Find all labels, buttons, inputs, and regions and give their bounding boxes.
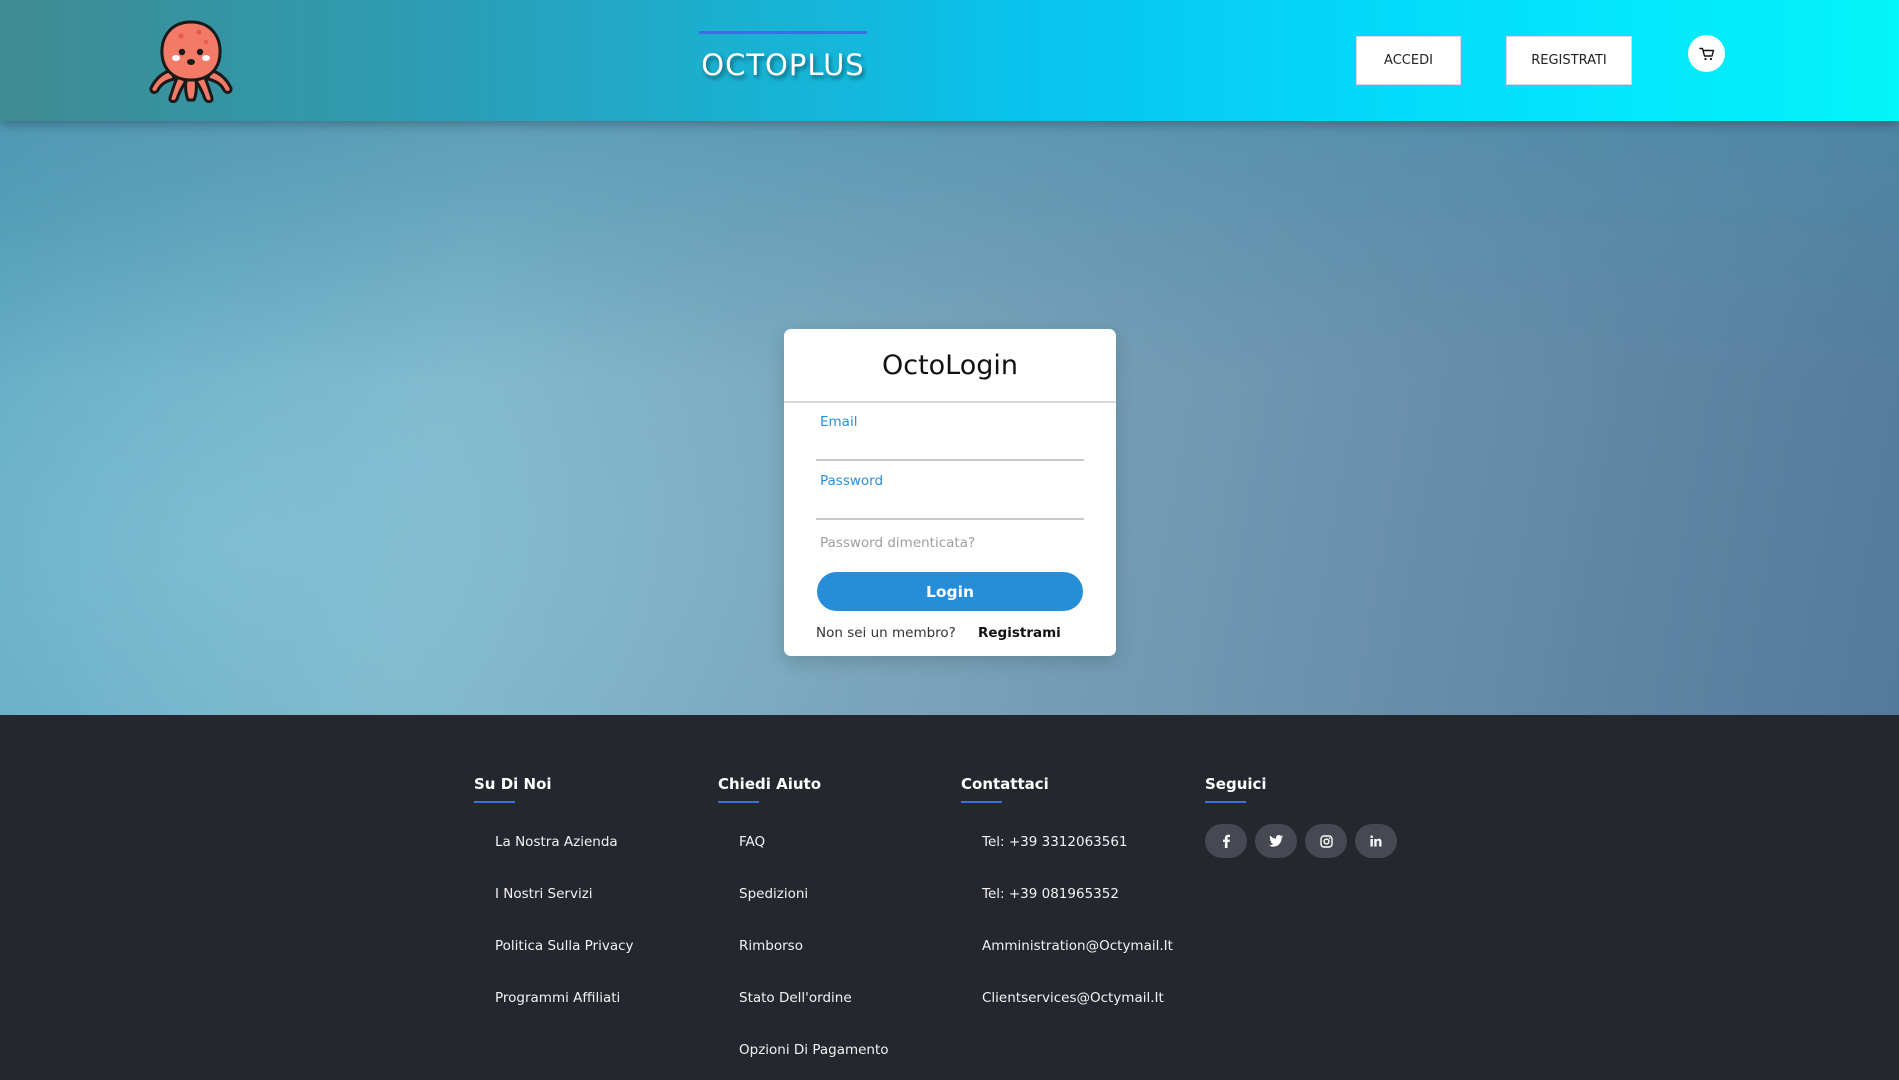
- octopus-logo-icon[interactable]: [148, 18, 234, 104]
- footer-heading-underline: [474, 801, 515, 803]
- footer-heading-underline: [718, 801, 759, 803]
- instagram-icon[interactable]: [1305, 824, 1347, 858]
- footer-link[interactable]: Stato Dell'ordine: [739, 990, 889, 1042]
- cart-icon: [1698, 47, 1714, 60]
- login-card: OctoLogin Email Password Password diment…: [784, 329, 1116, 656]
- footer-column-follow: Seguici: [1205, 775, 1397, 858]
- password-input[interactable]: [816, 494, 1084, 520]
- password-label: Password: [820, 473, 884, 489]
- site-header: OCTOPLUS ACCEDI REGISTRATI: [0, 0, 1899, 121]
- footer-heading: Chiedi Aiuto: [718, 775, 822, 793]
- footer-link[interactable]: FAQ: [739, 834, 889, 886]
- footer-link[interactable]: Politica Sulla Privacy: [495, 938, 634, 990]
- cart-button[interactable]: [1688, 35, 1725, 72]
- accedi-button[interactable]: ACCEDI: [1356, 36, 1461, 85]
- footer-link[interactable]: La Nostra Azienda: [495, 834, 634, 886]
- hero-background: OctoLogin Email Password Password diment…: [0, 121, 1899, 715]
- footer-contact-phone[interactable]: Tel: +39 3312063561: [982, 834, 1173, 886]
- email-input[interactable]: [816, 435, 1084, 461]
- linkedin-icon[interactable]: [1355, 824, 1397, 858]
- footer-heading-underline: [1205, 801, 1246, 803]
- forgot-password-link[interactable]: Password dimenticata?: [820, 535, 975, 551]
- footer-heading-underline: [961, 801, 1002, 803]
- social-links: [1205, 824, 1397, 858]
- footer-heading: Su Di Noi: [474, 775, 552, 793]
- footer-link[interactable]: Programmi Affiliati: [495, 990, 634, 1042]
- login-title: OctoLogin: [784, 329, 1116, 403]
- not-member-text: Non sei un membro?: [816, 625, 956, 641]
- brand-title[interactable]: OCTOPLUS: [699, 48, 867, 82]
- register-link[interactable]: Registrami: [978, 625, 1061, 641]
- footer-heading: Seguici: [1205, 775, 1267, 793]
- registrati-button[interactable]: REGISTRATI: [1506, 36, 1632, 85]
- footer-column-contact: Contattaci Tel: +39 3312063561 Tel: +39 …: [961, 775, 1173, 1042]
- footer-contact-email[interactable]: Clientservices@Octymail.It: [982, 990, 1173, 1042]
- footer-heading: Contattaci: [961, 775, 1049, 793]
- twitter-icon[interactable]: [1255, 824, 1297, 858]
- footer-column-help: Chiedi Aiuto FAQ Spedizioni Rimborso Sta…: [718, 775, 889, 1080]
- footer-link[interactable]: I Nostri Servizi: [495, 886, 634, 938]
- footer-link[interactable]: Spedizioni: [739, 886, 889, 938]
- login-button[interactable]: Login: [817, 572, 1083, 611]
- footer-link[interactable]: Opzioni Di Pagamento: [739, 1042, 889, 1080]
- email-label: Email: [820, 414, 858, 430]
- site-footer: Su Di Noi La Nostra Azienda I Nostri Ser…: [0, 715, 1899, 1080]
- footer-link[interactable]: Rimborso: [739, 938, 889, 990]
- facebook-icon[interactable]: [1205, 824, 1247, 858]
- footer-contact-email[interactable]: Amministration@Octymail.It: [982, 938, 1173, 990]
- footer-column-about: Su Di Noi La Nostra Azienda I Nostri Ser…: [474, 775, 634, 1042]
- brand-underline: [699, 31, 867, 34]
- footer-contact-phone[interactable]: Tel: +39 081965352: [982, 886, 1173, 938]
